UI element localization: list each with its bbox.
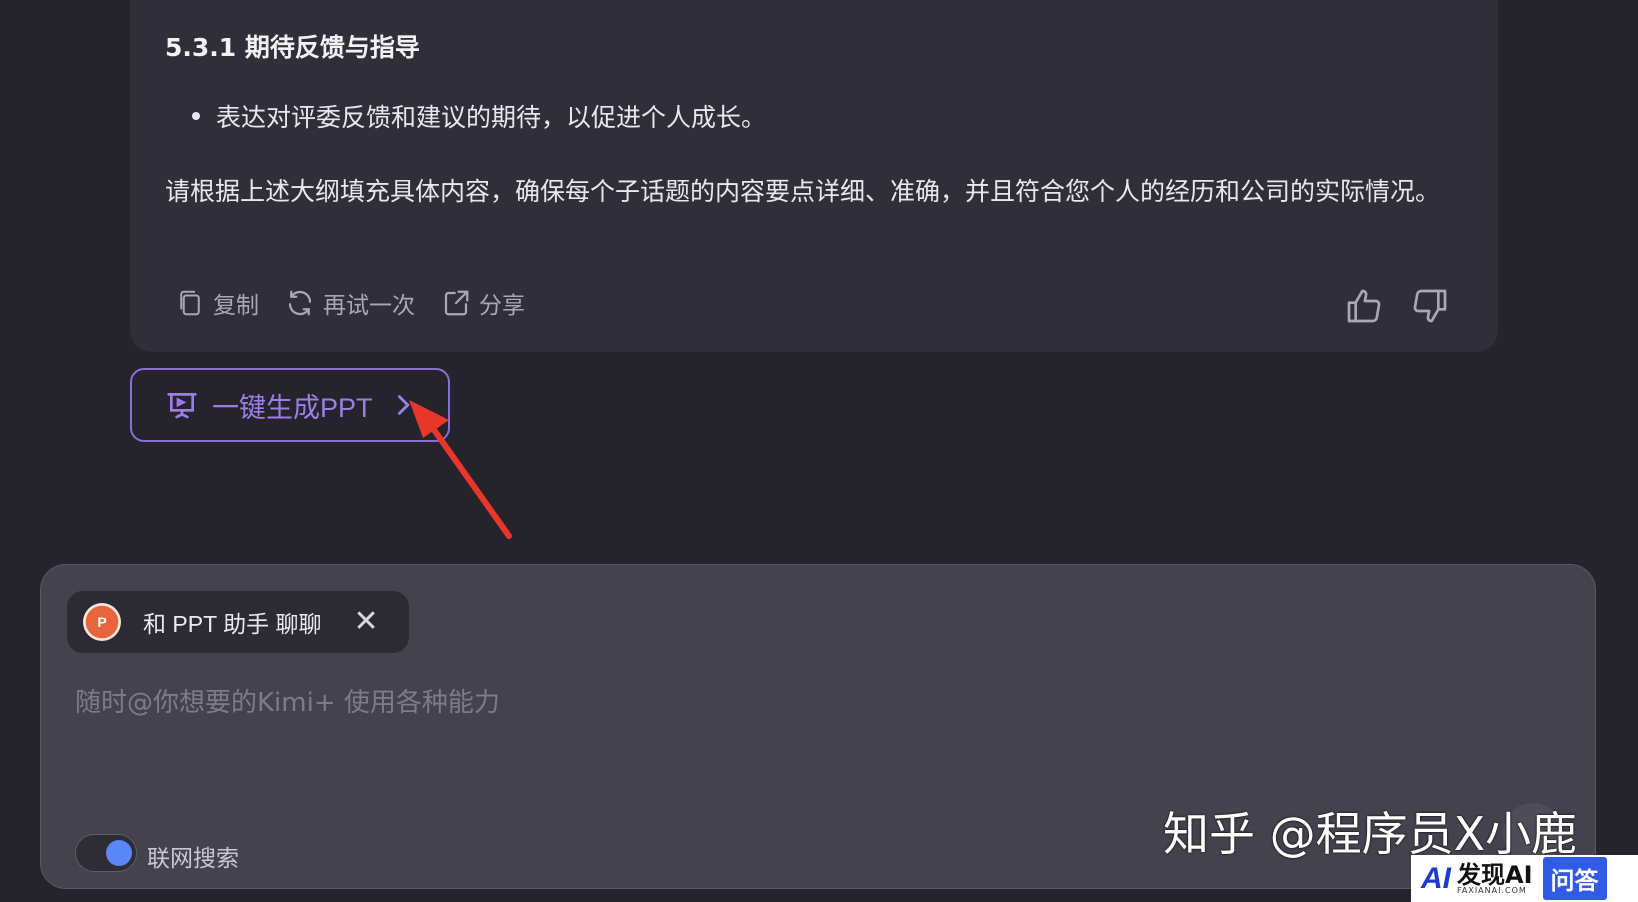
thumbs-down-icon	[1413, 289, 1447, 323]
thumbs-up-icon	[1347, 289, 1381, 323]
bullet-item: 表达对评委反馈和建议的期待，以促进个人成长。	[192, 98, 766, 134]
toggle-knob	[106, 840, 132, 866]
faxianai-watermark: AI 发现AI FAXIANAI.COM 问答	[1411, 855, 1638, 902]
chat-input[interactable]: 随时@你想要的Kimi+ 使用各种能力	[75, 682, 500, 719]
watermark-badge: 问答	[1542, 857, 1607, 900]
close-icon[interactable]: ✕	[354, 607, 379, 637]
watermark-ai-mark: AI	[1421, 861, 1451, 895]
share-icon	[444, 290, 469, 316]
assistant-chip-label: 和 PPT 助手 聊聊	[143, 611, 322, 637]
retry-button[interactable]: 再试一次	[285, 286, 415, 320]
bullet-dot	[192, 112, 200, 120]
watermark-url: FAXIANAI.COM	[1457, 885, 1527, 895]
refresh-icon	[288, 290, 312, 316]
like-button[interactable]	[1344, 286, 1384, 326]
web-search-label: 联网搜索	[147, 846, 239, 872]
share-button[interactable]: 分享	[441, 286, 525, 320]
copy-label: 复制	[213, 293, 259, 319]
bullet-text: 表达对评委反馈和建议的期待，以促进个人成长。	[216, 103, 767, 132]
web-search-toggle[interactable]	[75, 834, 137, 872]
section-heading: 5.3.1 期待反馈与指导	[165, 33, 420, 62]
ppt-assistant-logo-icon: P	[83, 603, 121, 641]
copy-button[interactable]: 复制	[175, 286, 259, 320]
generate-ppt-button[interactable]: 一键生成PPT	[130, 368, 450, 442]
copy-icon	[180, 290, 200, 316]
presentation-icon	[167, 393, 197, 419]
dislike-button[interactable]	[1410, 286, 1450, 326]
message-actions: 复制 再试一次 分享	[175, 286, 551, 320]
annotation-arrow-icon	[409, 400, 512, 539]
assistant-chip[interactable]: P 和 PPT 助手 聊聊 ✕	[67, 591, 409, 653]
message-paragraph: 请根据上述大纲填充具体内容，确保每个子话题的内容要点详细、准确，并且符合您个人的…	[165, 177, 1441, 206]
watermark-brand: 发现AI	[1457, 860, 1533, 889]
share-label: 分享	[479, 293, 525, 319]
retry-label: 再试一次	[323, 293, 415, 319]
generate-ppt-label: 一键生成PPT	[212, 392, 373, 423]
